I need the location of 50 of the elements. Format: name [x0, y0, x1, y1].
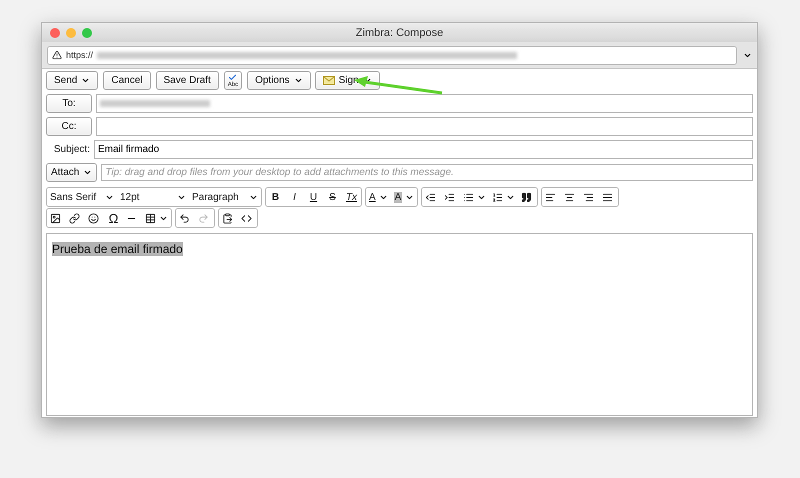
justify-icon	[602, 192, 614, 202]
recipient-button[interactable]: Cc:	[46, 117, 92, 136]
input-field[interactable]: Email firmado	[94, 140, 753, 159]
caret-icon	[81, 76, 90, 85]
emoji-icon	[88, 212, 99, 224]
toolbar-button[interactable]: Cancel	[103, 71, 150, 90]
warning-icon	[52, 50, 62, 60]
format-button[interactable]: I	[285, 188, 304, 206]
field-label: Subject:	[52, 144, 90, 155]
input-field[interactable]	[96, 117, 753, 136]
format-button[interactable]: Tx	[342, 188, 361, 206]
undo-icon	[179, 212, 190, 224]
align-center-icon	[564, 192, 576, 202]
address-bar[interactable]: https://	[47, 46, 737, 64]
special-character-button[interactable]: Ω	[104, 209, 123, 227]
toolbar-button[interactable]: Options	[247, 71, 311, 90]
image-icon	[50, 212, 61, 224]
source-code-icon	[241, 212, 252, 224]
highlight-button[interactable]: A	[390, 188, 418, 206]
bullet-list-icon	[463, 192, 474, 202]
toolbar-button[interactable]: Send	[46, 71, 98, 90]
format-button[interactable]: S	[323, 188, 342, 206]
format-button[interactable]: B	[266, 188, 285, 206]
numbered-list-icon	[492, 192, 504, 202]
body-text: Prueba de email firmado	[52, 242, 183, 256]
toolbar-button[interactable]: Save Draft	[156, 71, 219, 90]
indent-icon	[444, 192, 456, 202]
caret-icon	[294, 76, 303, 85]
caret-icon	[83, 168, 92, 177]
font-dropdown[interactable]: Sans Serif	[47, 188, 117, 206]
input-field[interactable]	[96, 94, 753, 113]
align-right-icon	[583, 192, 594, 202]
redo-icon	[198, 212, 209, 224]
input-field[interactable]: Tip: drag and drop files from your desktop to add attachments to this message.	[101, 164, 753, 181]
text-color-button[interactable]: A	[366, 188, 391, 206]
size-dropdown[interactable]: 12pt	[117, 188, 189, 206]
paste-icon	[222, 212, 233, 224]
format-button[interactable]: U	[304, 188, 323, 206]
checkmark-icon	[228, 73, 238, 82]
message-editor[interactable]: Prueba de email firmado	[46, 233, 753, 416]
link-icon	[69, 212, 80, 224]
format-dropdown[interactable]: Paragraph	[189, 188, 261, 206]
window-title: Zimbra: Compose	[356, 26, 444, 38]
align-left-icon	[545, 192, 556, 202]
attach-button[interactable]: Attach	[46, 163, 98, 182]
outdent-icon	[425, 192, 436, 202]
quote-icon	[521, 192, 532, 202]
recipient-button[interactable]: To:	[46, 94, 92, 113]
table-icon	[145, 212, 156, 224]
envelope-icon	[322, 76, 335, 85]
